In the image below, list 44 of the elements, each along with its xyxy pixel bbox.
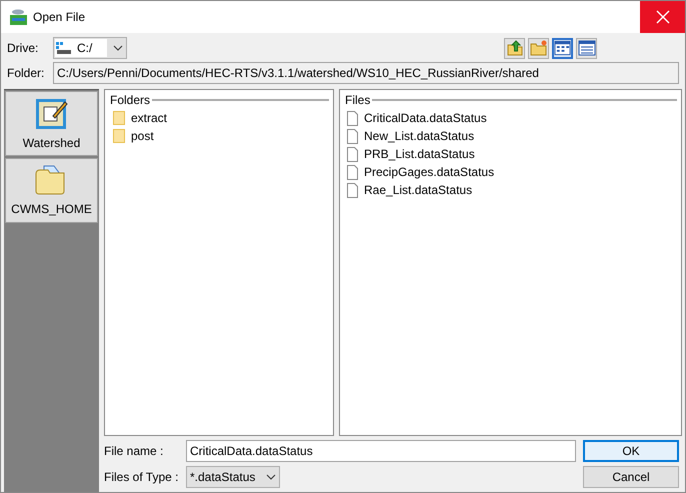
folder-label: Folder: bbox=[7, 65, 46, 82]
file-item[interactable]: PRB_List.dataStatus bbox=[347, 145, 677, 163]
file-name-field[interactable]: CriticalData.dataStatus bbox=[186, 440, 576, 462]
folder-item[interactable]: extract bbox=[113, 109, 329, 127]
folder-item[interactable]: post bbox=[113, 127, 329, 145]
close-icon bbox=[656, 10, 670, 24]
list-view-icon bbox=[554, 39, 571, 57]
toolbar-button[interactable] bbox=[552, 38, 573, 58]
drive-icon bbox=[56, 42, 72, 54]
details-view-icon bbox=[578, 39, 596, 57]
file-icon bbox=[347, 146, 358, 162]
folder-path-field: C:/Users/Penni/Documents/HEC-RTS/v3.1.1/watershed/WS10_HEC_RussianRiver/shared bbox=[53, 62, 679, 84]
shortcut-button[interactable]: CWMS_HOME bbox=[5, 158, 98, 223]
file-icon bbox=[347, 110, 358, 126]
chevron-down-icon bbox=[113, 45, 123, 51]
chevron-down-icon bbox=[266, 474, 276, 480]
file-type-dropdown[interactable]: *.dataStatus bbox=[186, 466, 280, 488]
drive-label: Drive: bbox=[7, 40, 40, 57]
drive-value: C:/ bbox=[77, 40, 92, 57]
drive-dropdown[interactable]: C:/ bbox=[53, 37, 127, 59]
file-item[interactable]: New_List.dataStatus bbox=[347, 127, 677, 145]
files-heading: Files bbox=[344, 92, 372, 109]
cancel-button[interactable]: Cancel bbox=[583, 466, 679, 488]
file-icon bbox=[347, 128, 358, 144]
app-icon bbox=[10, 9, 27, 25]
new-folder-icon bbox=[530, 39, 548, 57]
shortcut-button[interactable]: Watershed bbox=[5, 91, 98, 156]
file-name-label: File name : bbox=[104, 443, 164, 460]
toolbar-button[interactable] bbox=[504, 38, 525, 58]
toolbar-button[interactable] bbox=[576, 38, 597, 58]
toolbar-button[interactable] bbox=[528, 38, 549, 58]
folders-heading: Folders bbox=[109, 92, 152, 109]
file-item[interactable]: Rae_List.dataStatus bbox=[347, 181, 677, 199]
file-icon bbox=[347, 164, 358, 180]
folder-icon bbox=[113, 111, 125, 125]
close-button[interactable] bbox=[640, 1, 685, 33]
window-title: Open File bbox=[33, 9, 86, 26]
file-item[interactable]: CriticalData.dataStatus bbox=[347, 109, 677, 127]
file-icon bbox=[347, 182, 358, 198]
folder-up-icon bbox=[506, 39, 524, 57]
file-type-label: Files of Type : bbox=[104, 469, 180, 486]
file-item[interactable]: PrecipGages.dataStatus bbox=[347, 163, 677, 181]
ok-button[interactable]: OK bbox=[583, 440, 679, 462]
folder-icon bbox=[113, 129, 125, 143]
